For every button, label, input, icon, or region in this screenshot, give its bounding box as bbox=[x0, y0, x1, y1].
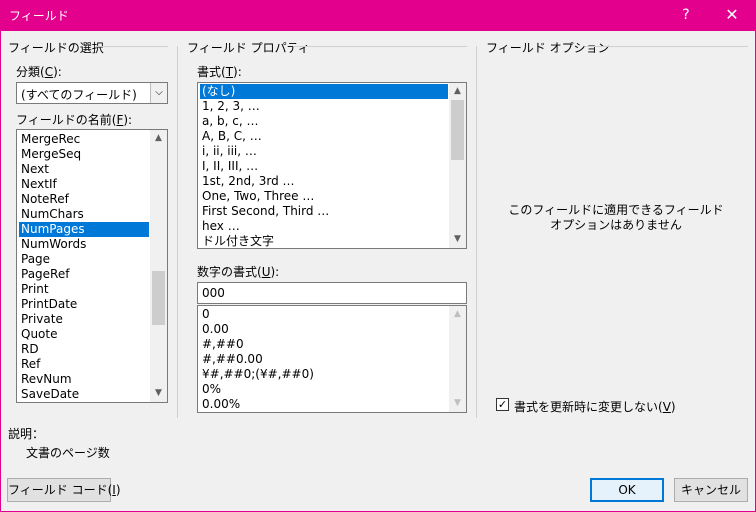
checkmark-icon: ✓ bbox=[497, 398, 508, 411]
title-bar: フィールド ? ✕ bbox=[0, 0, 756, 31]
scroll-down-icon[interactable]: ▼ bbox=[449, 231, 466, 248]
number-format-scrollbar[interactable]: ▲ ▼ bbox=[449, 306, 466, 412]
scroll-down-icon[interactable]: ▼ bbox=[150, 385, 167, 402]
format-item[interactable]: One, Two, Three … bbox=[200, 189, 448, 204]
format-list[interactable]: ドル付き文字 hex … First Second, Third … One, Two… bbox=[197, 82, 467, 249]
field-names-scrollbar[interactable]: ▲ ▼ bbox=[150, 130, 167, 402]
format-item[interactable]: First Second, Third … bbox=[200, 204, 448, 219]
no-options-line-1: このフィールドに適用できるフィールド bbox=[508, 203, 724, 217]
format-item[interactable]: 1st, 2nd, 3rd … bbox=[200, 174, 448, 189]
number-format-value: 000 bbox=[202, 286, 225, 300]
close-button[interactable]: ✕ bbox=[716, 3, 748, 27]
field-name-item[interactable]: Print bbox=[19, 282, 149, 297]
field-name-item[interactable]: PrintDate bbox=[19, 297, 149, 312]
scroll-up-icon[interactable]: ▲ bbox=[449, 83, 466, 100]
format-item[interactable]: (なし) bbox=[200, 84, 448, 99]
scroll-thumb[interactable] bbox=[152, 271, 165, 325]
scroll-thumb[interactable] bbox=[451, 100, 464, 160]
help-button[interactable]: ? bbox=[672, 3, 700, 27]
format-item[interactable]: hex … bbox=[200, 219, 448, 234]
field-name-item[interactable]: NumPages bbox=[19, 222, 149, 237]
field-name-item[interactable]: RD bbox=[19, 342, 149, 357]
ok-button[interactable]: OK bbox=[590, 478, 664, 502]
field-name-item[interactable]: NumWords bbox=[19, 237, 149, 252]
select-field-group-title: フィールドの選択 bbox=[8, 41, 104, 55]
field-name-item[interactable]: Next bbox=[19, 162, 149, 177]
field-name-item[interactable]: RevNum bbox=[19, 372, 149, 387]
format-item[interactable]: 1, 2, 3, … bbox=[200, 99, 448, 114]
field-name-item[interactable]: NoteRef bbox=[19, 192, 149, 207]
category-combo[interactable]: (すべてのフィールド) ⌵ bbox=[16, 82, 168, 104]
number-format-item[interactable]: ¥#,##0;(¥#,##0) bbox=[200, 367, 448, 382]
field-name-item[interactable]: NumChars bbox=[19, 207, 149, 222]
field-codes-button[interactable]: フィールド コード(I) bbox=[7, 478, 121, 502]
number-format-item[interactable]: #,##0.00 bbox=[200, 352, 448, 367]
options-group-title: フィールド オプション bbox=[486, 41, 610, 55]
format-scrollbar[interactable]: ▲ ▼ bbox=[449, 83, 466, 248]
properties-group-title: フィールド プロパティ bbox=[187, 41, 310, 55]
no-options-message: このフィールドに適用できるフィールド オプションはありません bbox=[486, 203, 746, 233]
dialog-title: フィールド bbox=[9, 9, 69, 23]
chevron-down-icon[interactable]: ⌵ bbox=[150, 83, 167, 103]
field-name-item[interactable]: Ref bbox=[19, 357, 149, 372]
format-item[interactable]: I, II, III, … bbox=[200, 159, 448, 174]
column-divider bbox=[177, 46, 178, 418]
format-label: 書式(T): bbox=[197, 65, 242, 79]
preserve-format-checkbox[interactable]: ✓ bbox=[496, 398, 509, 411]
field-name-item[interactable]: SaveDate bbox=[19, 387, 149, 402]
category-label: 分類(C): bbox=[16, 65, 62, 79]
number-format-label: 数字の書式(U): bbox=[197, 265, 280, 279]
number-format-item[interactable]: 0.00% bbox=[200, 397, 448, 412]
number-format-item[interactable]: 0.00 bbox=[200, 322, 448, 337]
field-name-item[interactable]: NextIf bbox=[19, 177, 149, 192]
field-name-item[interactable]: Private bbox=[19, 312, 149, 327]
field-name-item[interactable]: Page bbox=[19, 252, 149, 267]
column-divider bbox=[476, 46, 477, 418]
format-item[interactable]: A, B, C, … bbox=[200, 129, 448, 144]
category-value: (すべてのフィールド) bbox=[21, 88, 137, 102]
field-name-item[interactable]: Quote bbox=[19, 327, 149, 342]
scroll-down-icon[interactable]: ▼ bbox=[449, 395, 466, 412]
group-divider bbox=[96, 46, 168, 47]
description-label: 説明： bbox=[8, 427, 45, 441]
scroll-up-icon[interactable]: ▲ bbox=[449, 306, 466, 323]
cancel-button[interactable]: キャンセル bbox=[674, 478, 748, 502]
number-format-list[interactable]: 0.00% 0% ¥#,##0;(¥#,##0) #,##0.00 #,##0 0.00 0… bbox=[197, 305, 467, 413]
number-format-item[interactable]: #,##0 bbox=[200, 337, 448, 352]
description-text: 文書のページ数 bbox=[26, 446, 110, 460]
field-names-label: フィールドの名前(F): bbox=[16, 113, 133, 127]
no-options-line-2: オプションはありません bbox=[550, 218, 682, 232]
scroll-up-icon[interactable]: ▲ bbox=[150, 130, 167, 147]
number-format-item[interactable]: 0% bbox=[200, 382, 448, 397]
format-item[interactable]: ドル付き文字 bbox=[200, 234, 448, 248]
field-name-item[interactable]: MergeSeq bbox=[19, 147, 149, 162]
field-names-list[interactable]: SaveDate RevNum Ref RD Quote Private PrintDate… bbox=[16, 129, 168, 403]
number-format-item[interactable]: 0 bbox=[200, 307, 448, 322]
format-item[interactable]: a, b, c, … bbox=[200, 114, 448, 129]
group-divider bbox=[585, 46, 748, 47]
field-name-item[interactable]: PageRef bbox=[19, 267, 149, 282]
number-format-input[interactable]: 000 bbox=[197, 282, 467, 304]
group-divider bbox=[293, 46, 467, 47]
field-name-item[interactable]: MergeRec bbox=[19, 132, 149, 147]
format-item[interactable]: i, ii, iii, … bbox=[200, 144, 448, 159]
preserve-format-label[interactable]: 書式を更新時に変更しない(V) bbox=[514, 398, 676, 415]
